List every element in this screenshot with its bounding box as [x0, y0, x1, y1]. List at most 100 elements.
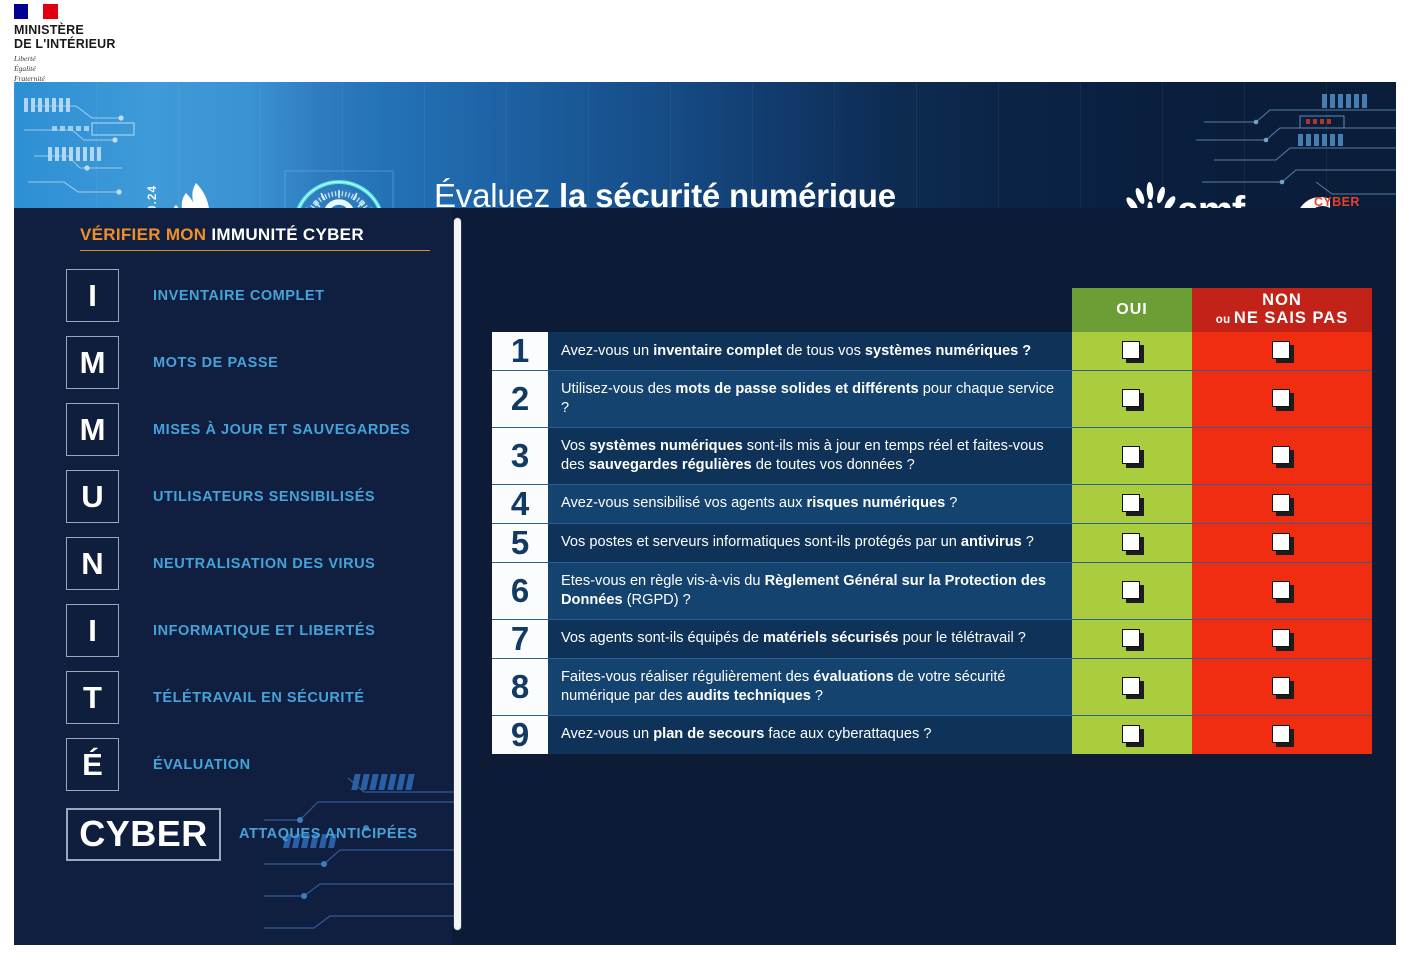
cell-non[interactable]	[1192, 427, 1372, 484]
sidebar-item-mises-a-jour[interactable]: M MISES À JOUR ET SAUVEGARDES	[66, 396, 446, 463]
question-text: Avez-vous un inventaire complet de tous …	[548, 332, 1072, 370]
sidebar-item-label: INVENTAIRE COMPLET	[153, 287, 325, 304]
question-text: Avez-vous un plan de secours face aux cy…	[548, 715, 1072, 754]
question-text: Avez-vous sensibilisé vos agents aux ris…	[548, 484, 1072, 523]
checkbox-non-checkbox-icon[interactable]	[1272, 676, 1294, 699]
table-row: 7 Vos agents sont-ils équipés de matériel…	[492, 619, 1372, 659]
copyright-text: ©2021_124 Diagnostic Cyber MD	[35, 934, 46, 946]
sidebar-item-neutralisation[interactable]: N NEUTRALISATION DES VIRUS	[66, 530, 446, 597]
column-header-non-line1: NON	[1262, 291, 1302, 310]
question-text: Etes-vous en règle vis-à-vis du Règlemen…	[548, 562, 1072, 619]
checkbox-oui-checkbox-icon[interactable]	[1122, 388, 1144, 411]
sidebar-item-label: MOTS DE PASSE	[153, 354, 279, 371]
ministry-logo: MINISTÈRE DE L'INTÉRIEUR Liberté Égalité…	[14, 4, 194, 84]
letter-tile: É	[66, 738, 119, 791]
checkbox-oui-checkbox-icon[interactable]	[1122, 580, 1144, 603]
checkbox-non-checkbox-icon[interactable]	[1272, 724, 1294, 747]
table-row: 3 Vos systèmes numériques sont-ils mis à …	[492, 427, 1372, 485]
sidebar-item-label: MISES À JOUR ET SAUVEGARDES	[153, 421, 411, 438]
ministry-name-line2: DE L'INTÉRIEUR	[14, 37, 116, 51]
sidebar-item-teletravail[interactable]: T TÉLÉTRAVAIL EN SÉCURITÉ	[66, 664, 446, 731]
question-number: 2	[492, 371, 548, 427]
question-number: 4	[492, 484, 548, 523]
emblem-year-text: GEND 20.24	[142, 178, 164, 208]
sidebar-item-evaluation[interactable]: É ÉVALUATION	[66, 731, 446, 798]
cell-oui[interactable]	[1072, 371, 1192, 427]
padlock-shield-icon	[284, 170, 394, 208]
checkbox-non-checkbox-icon[interactable]	[1272, 388, 1294, 411]
question-text: Vos agents sont-ils équipés de matériels…	[548, 619, 1072, 658]
checkbox-oui-checkbox-icon[interactable]	[1122, 676, 1144, 699]
letter-tile: I	[66, 269, 119, 322]
cell-oui[interactable]	[1072, 619, 1192, 658]
question-text: Utilisez-vous des mots de passe solides …	[548, 371, 1072, 427]
header-banner: GEND 20.24 #RÉPONDRE PRÉSENT	[14, 82, 1396, 208]
sidebar-heading: VÉRIFIER MON IMMUNITÉ CYBER	[80, 225, 430, 251]
infographic-page: MINISTÈRE DE L'INTÉRIEUR Liberté Égalité…	[0, 0, 1410, 953]
sidebar-item-label: TÉLÉTRAVAIL EN SÉCURITÉ	[153, 689, 365, 706]
column-header-non-line2: ou NE SAIS PAS	[1215, 309, 1349, 327]
letter-tile: M	[66, 403, 119, 456]
cell-non[interactable]	[1192, 658, 1372, 715]
checkbox-oui-checkbox-icon[interactable]	[1122, 628, 1144, 651]
letter-tile-cyber: CYBER	[66, 807, 221, 861]
question-rows: 1 Avez-vous un inventaire complet de tous…	[492, 332, 1372, 754]
sidebar-item-utilisateurs[interactable]: U UTILISATEURS SENSIBILISÉS	[66, 463, 446, 530]
checkbox-non-checkbox-icon[interactable]	[1272, 628, 1294, 651]
checkbox-non-checkbox-icon[interactable]	[1272, 445, 1294, 468]
cell-oui[interactable]	[1072, 562, 1192, 619]
banner-title-line1: Évaluez la sécurité numérique	[434, 177, 896, 208]
question-number: 9	[492, 715, 548, 754]
cell-non[interactable]	[1192, 562, 1372, 619]
sidebar-item-attaques-anticipees[interactable]: CYBER ATTAQUES ANTICIPÉES	[66, 798, 446, 870]
cell-non[interactable]	[1192, 619, 1372, 658]
ministry-motto: Liberté Égalité Fraternité	[14, 54, 194, 84]
question-number: 8	[492, 658, 548, 715]
sidebar-item-label: NEUTRALISATION DES VIRUS	[153, 555, 376, 572]
cell-non[interactable]	[1192, 371, 1372, 427]
checkbox-oui-checkbox-icon[interactable]	[1122, 724, 1144, 747]
sidebar-item-inventaire[interactable]: I INVENTAIRE COMPLET	[66, 262, 446, 329]
table-row: 9 Avez-vous un plan de secours face aux c…	[492, 715, 1372, 754]
motto-egalite: Égalité	[14, 64, 36, 74]
cell-oui[interactable]	[1072, 658, 1192, 715]
question-number: 7	[492, 619, 548, 658]
cell-oui[interactable]	[1072, 523, 1192, 562]
immunite-cyber-list: I INVENTAIRE COMPLET M MOTS DE PASSE M M…	[66, 262, 446, 870]
table-column-headers: OUI NON ou NE SAIS PAS	[1072, 288, 1372, 332]
sidebar-item-mots-de-passe[interactable]: M MOTS DE PASSE	[66, 329, 446, 396]
sidebar-item-label: INFORMATIQUE ET LIBERTÉS	[153, 622, 376, 639]
question-number: 6	[492, 562, 548, 619]
checkbox-non-checkbox-icon[interactable]	[1272, 532, 1294, 555]
letter-tile: M	[66, 336, 119, 389]
cell-non[interactable]	[1192, 332, 1372, 370]
cell-oui[interactable]	[1072, 715, 1192, 754]
table-row: 1 Avez-vous un inventaire complet de tous…	[492, 332, 1372, 371]
question-text: Vos postes et serveurs informatiques son…	[548, 523, 1072, 562]
checkbox-oui-checkbox-icon[interactable]	[1122, 341, 1144, 363]
checkbox-oui-checkbox-icon[interactable]	[1122, 532, 1144, 555]
cell-oui[interactable]	[1072, 427, 1192, 484]
question-number: 3	[492, 427, 548, 484]
cell-non[interactable]	[1192, 523, 1372, 562]
ministry-name-line1: MINISTÈRE	[14, 23, 84, 37]
table-row: 4 Avez-vous sensibilisé vos agents aux ri…	[492, 484, 1372, 524]
checkbox-non-checkbox-icon[interactable]	[1272, 580, 1294, 603]
checkbox-oui-checkbox-icon[interactable]	[1122, 493, 1144, 516]
question-text: Vos systèmes numériques sont-ils mis à j…	[548, 427, 1072, 484]
cell-oui[interactable]	[1072, 332, 1192, 370]
sidebar-item-label: ÉVALUATION	[153, 756, 251, 773]
cell-non[interactable]	[1192, 484, 1372, 523]
motto-liberte: Liberté	[14, 54, 36, 63]
vertical-divider	[454, 218, 461, 930]
ministry-name: MINISTÈRE DE L'INTÉRIEUR	[14, 23, 194, 51]
checkbox-non-checkbox-icon[interactable]	[1272, 493, 1294, 516]
cell-non[interactable]	[1192, 715, 1372, 754]
cell-oui[interactable]	[1072, 484, 1192, 523]
checkbox-non-checkbox-icon[interactable]	[1272, 341, 1294, 363]
checkbox-oui-checkbox-icon[interactable]	[1122, 445, 1144, 468]
sidebar-item-informatique-libertes[interactable]: I INFORMATIQUE ET LIBERTÉS	[66, 597, 446, 664]
main-body: VÉRIFIER MON IMMUNITÉ CYBER I INVENTAIRE…	[14, 208, 1396, 945]
column-header-non: NON ou NE SAIS PAS	[1192, 288, 1372, 332]
sidebar-heading-orange: VÉRIFIER MON	[80, 225, 207, 244]
